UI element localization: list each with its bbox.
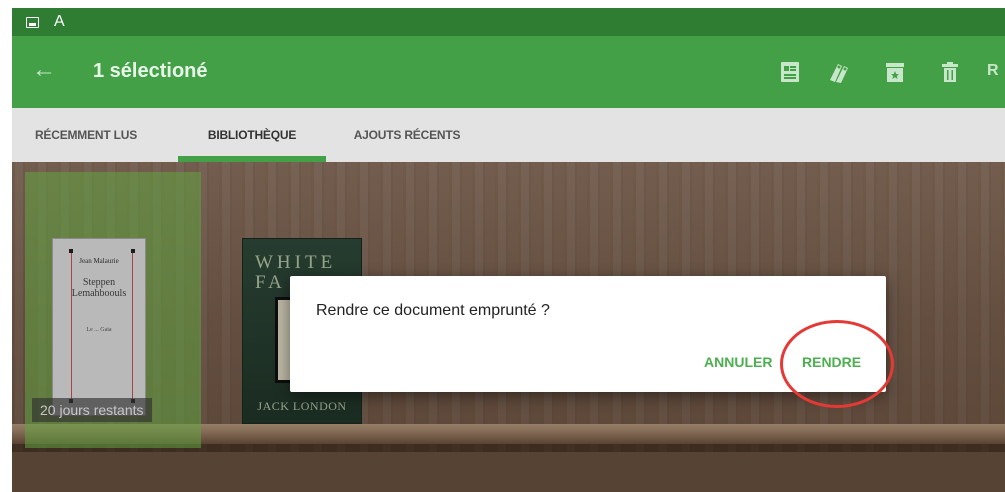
status-letter: A [54, 13, 65, 30]
status-bar: A [12, 8, 1005, 36]
renew-icon[interactable] [779, 60, 801, 84]
tab-recently-read[interactable]: RÉCEMMENT LUS [26, 108, 146, 162]
app-bar: ← 1 sélectioné R [12, 36, 1005, 108]
return-action-label[interactable]: R [987, 62, 999, 80]
arrow-back-icon[interactable]: ← [32, 58, 56, 82]
screen: A ← 1 sélectioné R RÉCEMMENT LUS BIBLIOT… [12, 8, 1005, 492]
tab-bar: RÉCEMMENT LUS BIBLIOTHÈQUE AJOUTS RÉCENT… [12, 108, 1005, 162]
tags-icon[interactable] [827, 60, 849, 84]
tab-library[interactable]: BIBLIOTHÈQUE [178, 108, 326, 162]
archive-icon[interactable] [884, 60, 906, 84]
cancel-button[interactable]: ANNULER [704, 354, 772, 370]
image-icon [26, 17, 39, 28]
delete-icon[interactable] [939, 60, 961, 84]
highlight-circle [780, 320, 894, 408]
selection-title: 1 sélectioné [93, 60, 208, 82]
tab-recent-additions[interactable]: AJOUTS RÉCENTS [342, 108, 472, 162]
dialog-message: Rendre ce document emprunté ? [316, 302, 550, 319]
